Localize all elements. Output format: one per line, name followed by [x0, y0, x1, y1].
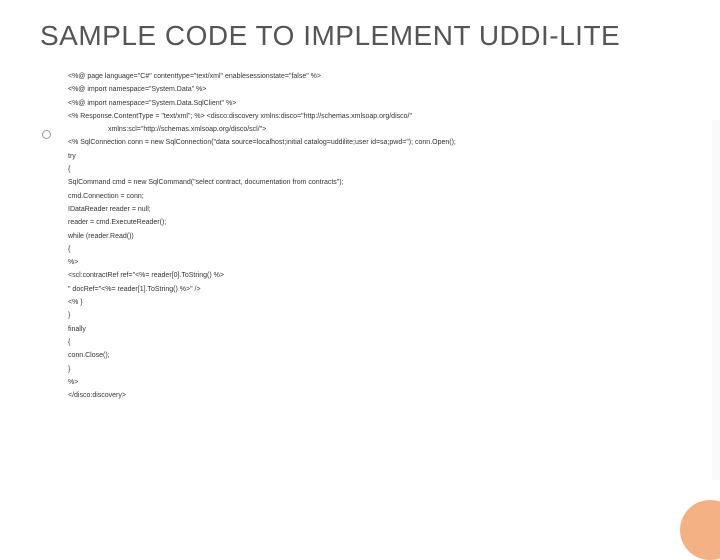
code-line: <scl:contractRef ref="<%= reader[0].ToSt… [68, 269, 680, 282]
code-line: { [68, 243, 680, 256]
code-line: finally [68, 323, 680, 336]
code-line: <% } [68, 296, 680, 309]
code-line: <%@ import namespace="System.Data.SqlCli… [68, 97, 680, 110]
code-line: " docRef="<%= reader[1].ToString() %>" /… [68, 283, 680, 296]
decorative-circle [680, 500, 720, 560]
code-line: <%@ import namespace="System.Data" %> [68, 83, 680, 96]
code-line: try [68, 150, 680, 163]
code-line: %> [68, 256, 680, 269]
code-line: { [68, 336, 680, 349]
code-line: IDataReader reader = null; [68, 203, 680, 216]
code-line: cmd.Connection = conn; [68, 190, 680, 203]
code-line: while (reader.Read()) [68, 230, 680, 243]
code-line: { [68, 163, 680, 176]
code-line: reader = cmd.ExecuteReader(); [68, 216, 680, 229]
code-line: conn.Close(); [68, 349, 680, 362]
decorative-bar [712, 120, 720, 480]
code-line: } [68, 363, 680, 376]
bullet-icon [42, 130, 51, 139]
code-line: </disco:discovery> [68, 389, 680, 402]
code-line: xmlns:scl="http://schemas.xmlsoap.org/di… [68, 123, 680, 136]
code-line: <% Response.ContentType = "text/xml"; %>… [68, 110, 680, 123]
slide-title: SAMPLE CODE TO IMPLEMENT UDDI-LITE [40, 20, 680, 52]
code-line: } [68, 309, 680, 322]
code-line: SqlCommand cmd = new SqlCommand("select … [68, 176, 680, 189]
code-block: <%@ page language="C#" contenttype="text… [68, 70, 680, 402]
code-line: <%@ page language="C#" contenttype="text… [68, 70, 680, 83]
code-line: <% SqlConnection conn = new SqlConnectio… [68, 136, 680, 149]
code-line: %> [68, 376, 680, 389]
